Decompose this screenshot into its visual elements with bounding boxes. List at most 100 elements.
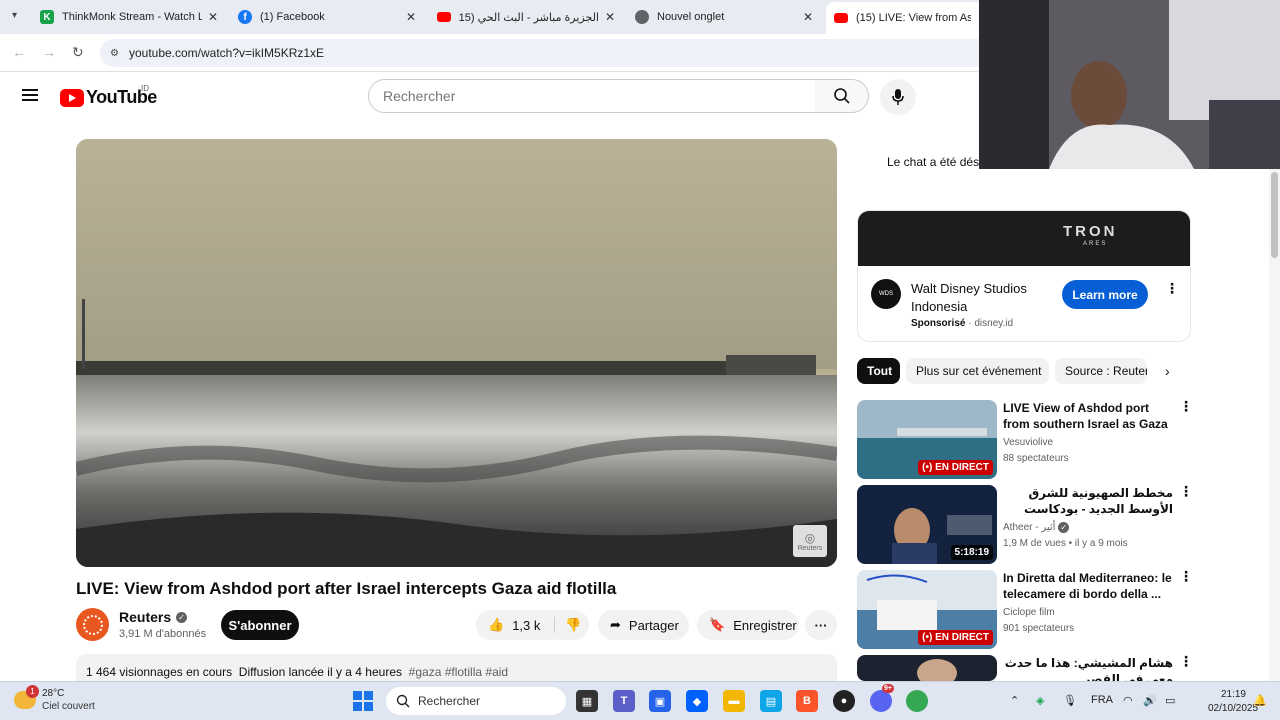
reuters-watermark: ◎ Reuters	[793, 525, 827, 557]
sponsored-ad-card[interactable]: TRON ARES WDS Walt Disney Studios Indone…	[857, 210, 1191, 342]
disney-logo-icon[interactable]: WDS	[871, 279, 901, 309]
recommendation-stats: 901 spectateurs	[1003, 623, 1075, 634]
video-thumbnail[interactable]: (•) EN DIRECT	[857, 570, 997, 649]
input-language[interactable]: FRA	[1091, 694, 1113, 706]
teams-icon[interactable]: T	[613, 690, 635, 712]
recommendation-title[interactable]: In Diretta dal Mediterraneo: le telecame…	[1003, 570, 1173, 602]
weather-widget[interactable]: 1 28°C Ciel couvert	[14, 685, 134, 715]
tab-facebook[interactable]: f (1) Facebook ✕	[238, 4, 416, 30]
tab-youtube-active[interactable]: (15) LIVE: View from Ashdod	[826, 2, 986, 34]
live-badge: (•) EN DIRECT	[918, 460, 993, 475]
app-icon[interactable]: ▤	[760, 690, 782, 712]
system-clock[interactable]: 21:19 02/10/2025	[1208, 688, 1259, 716]
like-icon[interactable]: 👍	[488, 617, 504, 633]
scrollbar-thumb[interactable]	[1271, 172, 1278, 258]
duration-badge: 5:18:19	[950, 545, 993, 560]
live-badge: (•) EN DIRECT	[918, 630, 993, 645]
channel-name[interactable]: Reuters	[119, 609, 171, 625]
site-info-icon[interactable]: ⚙	[110, 48, 119, 59]
wifi-icon[interactable]: ◠	[1123, 694, 1133, 707]
discord-icon[interactable]: 9+	[870, 684, 894, 712]
tab-title: (15) LIVE: View from Ashdod	[856, 12, 971, 24]
clock-date: 02/10/2025	[1208, 703, 1259, 714]
subscriber-count: 3,91 M d'abonnés	[119, 628, 207, 640]
more-vertical-icon[interactable]: ⋮	[1179, 484, 1193, 498]
save-button[interactable]: 🔖 Enregistrer	[697, 610, 799, 640]
close-tab-icon[interactable]: ✕	[406, 10, 416, 24]
share-button[interactable]: ➦ Partager	[598, 610, 689, 640]
advertiser-name[interactable]: Walt Disney Studios Indonesia	[911, 280, 1051, 316]
recommended-video[interactable]: (•) EN DIRECT In Diretta dal Mediterrane…	[857, 569, 1197, 650]
app-notification-icon[interactable]: ●	[833, 690, 855, 712]
recommendation-title[interactable]: هشام المشيشي: هذا ما حدث معي في القصر	[1003, 655, 1173, 681]
reload-icon[interactable]: ↻	[72, 44, 84, 61]
dropbox-icon[interactable]: ◆	[686, 690, 708, 712]
volume-icon[interactable]: 🔊	[1143, 694, 1157, 707]
windows-start-icon[interactable]	[353, 691, 373, 711]
notification-bell-icon[interactable]: 🔔	[1253, 694, 1267, 707]
video-player[interactable]: ◎ Reuters	[76, 139, 837, 567]
subscribe-button[interactable]: S'abonner	[221, 610, 299, 640]
description-box[interactable]: 1 464 visionnages en cours Diffusion lan…	[76, 654, 837, 684]
chip-source-reuters[interactable]: Source : Reuters	[1055, 358, 1147, 384]
ad-banner[interactable]: TRON ARES	[858, 211, 1190, 266]
taskbar-search[interactable]: Rechercher	[386, 687, 566, 715]
search-button[interactable]	[815, 79, 869, 113]
more-vertical-icon[interactable]: ⋮	[1179, 655, 1193, 668]
tab-aljazeera[interactable]: الجزيرة مباشر - البث الحي (15) ✕	[437, 4, 615, 30]
hashtags[interactable]: #gaza #flotilla #aid	[409, 665, 508, 679]
security-icon[interactable]: ◈	[1036, 694, 1044, 707]
close-tab-icon[interactable]: ✕	[803, 10, 813, 24]
task-view-icon[interactable]: ▦	[576, 690, 598, 712]
recommended-video[interactable]: (•) EN DIRECT LIVE View of Ashdod port f…	[857, 399, 1197, 480]
recommendation-channel-row[interactable]: Atheer - أثير ✓	[1003, 522, 1070, 533]
youtube-play-icon	[60, 88, 84, 107]
tab-new-tab[interactable]: Nouvel onglet ✕	[635, 4, 813, 30]
badge-text: EN DIRECT	[935, 632, 989, 643]
learn-more-button[interactable]: Learn more	[1062, 280, 1148, 309]
chrome-icon[interactable]	[906, 690, 928, 712]
recommended-video[interactable]: هشام المشيشي: هذا ما حدث معي في القصر ⋮	[857, 655, 1197, 681]
ad-more-icon[interactable]: ⋮	[1165, 281, 1179, 295]
more-actions-button[interactable]: ···	[805, 610, 837, 640]
channel-avatar[interactable]	[76, 608, 109, 641]
video-thumbnail[interactable]: 5:18:19	[857, 485, 997, 564]
recommendation-stats: 88 spectateurs	[1003, 453, 1069, 464]
sponsored-label: Sponsorisé	[911, 318, 966, 329]
store-icon[interactable]: ▣	[649, 690, 671, 712]
search-icon	[396, 694, 410, 708]
more-vertical-icon[interactable]: ⋮	[1179, 399, 1193, 413]
tab-search-icon[interactable]: ▾	[12, 10, 17, 21]
forward-icon[interactable]: →	[42, 44, 56, 60]
chip-more-on-event[interactable]: Plus sur cet événement	[906, 358, 1049, 384]
voice-search-button[interactable]	[880, 79, 916, 115]
video-thumbnail[interactable]	[857, 655, 997, 681]
channel-name-row[interactable]: Reuters ✓	[119, 609, 188, 625]
chevron-up-icon[interactable]: ⌃	[1010, 694, 1019, 707]
file-explorer-icon[interactable]: ▬	[723, 690, 745, 712]
back-icon[interactable]: ←	[12, 44, 26, 60]
recommendation-title[interactable]: LIVE View of Ashdod port from southern I…	[1003, 400, 1173, 432]
close-tab-icon[interactable]: ✕	[605, 10, 615, 24]
brave-icon[interactable]: B	[796, 690, 818, 712]
reuters-logo-icon: ◎	[804, 530, 816, 545]
close-tab-icon[interactable]: ✕	[208, 10, 218, 24]
battery-icon[interactable]: ▭	[1165, 694, 1175, 707]
recommended-video[interactable]: 5:18:19 مخطط الصهيونية للشرق الأوسط الجد…	[857, 484, 1197, 565]
like-dislike-group: 👍 1,3 k 👎	[476, 610, 589, 640]
chip-all[interactable]: Tout	[857, 358, 900, 384]
more-vertical-icon[interactable]: ⋮	[1179, 569, 1193, 583]
video-thumbnail[interactable]: (•) EN DIRECT	[857, 400, 997, 479]
microphone-icon[interactable]: 🎙	[1063, 694, 1077, 707]
search-input[interactable]: Rechercher	[368, 79, 816, 113]
recommendation-channel[interactable]: Ciclope film	[1003, 607, 1055, 618]
like-count[interactable]: 1,3 k	[512, 618, 540, 633]
chevron-right-icon[interactable]: ›	[1165, 363, 1170, 379]
thumbnail-image	[857, 655, 997, 681]
recommendation-channel[interactable]: Atheer - أثير	[1003, 522, 1055, 533]
recommendation-channel[interactable]: Vesuviolive	[1003, 437, 1053, 448]
menu-icon[interactable]	[22, 89, 38, 101]
tab-thinkmonk[interactable]: K ThinkMonk Stream - Watch Live ✕	[40, 4, 218, 30]
recommendation-title[interactable]: مخطط الصهيونية للشرق الأوسط الجديد - بود…	[1003, 485, 1173, 517]
dislike-icon[interactable]: 👎	[554, 617, 582, 633]
